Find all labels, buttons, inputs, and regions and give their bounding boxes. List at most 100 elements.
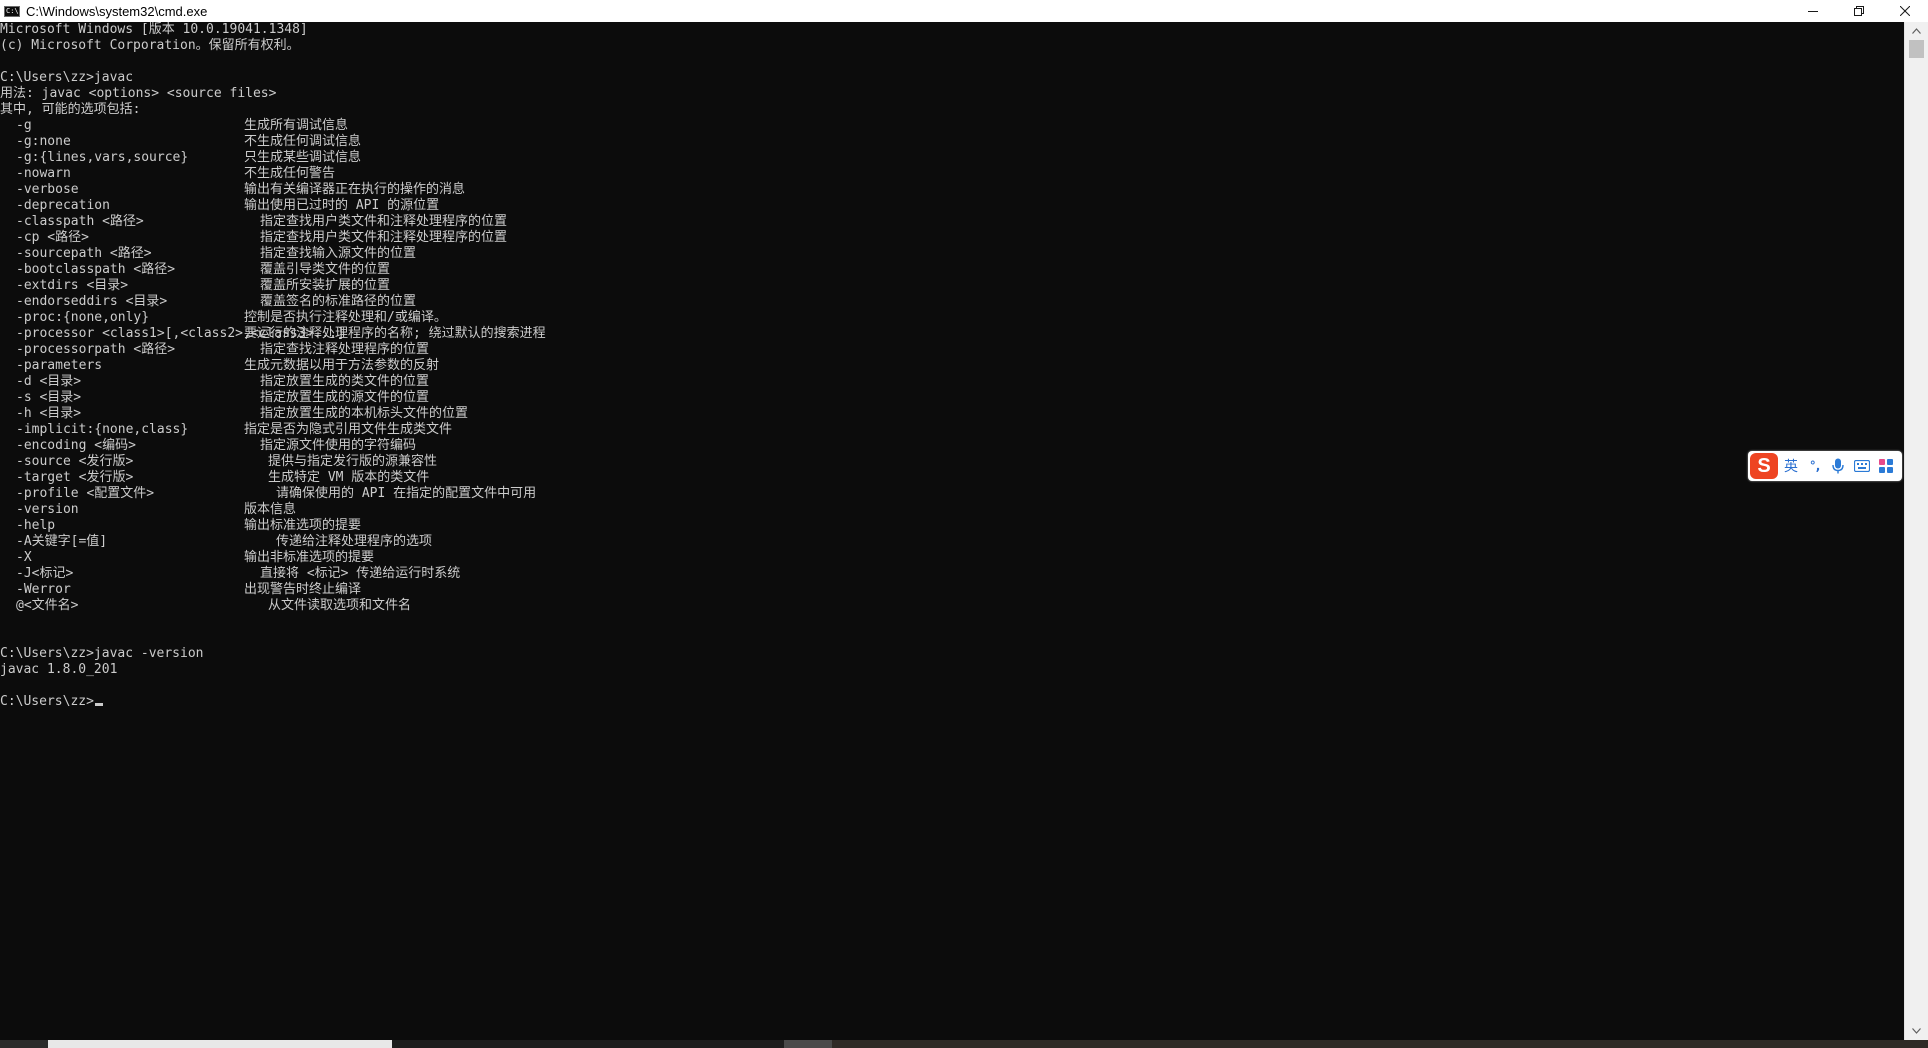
title-bar[interactable]: C:\ C:\Windows\system32\cmd.exe [0,0,1928,22]
option-row: -h <目录> 指定放置生成的本机标头文件的位置 [0,406,1904,422]
ime-toolbox-button[interactable] [1874,451,1898,481]
option-row: @<文件名> 从文件读取选项和文件名 [0,598,1904,614]
option-row: -verbose 输出有关编译器正在执行的操作的消息 [0,182,1904,198]
option-row: -help 输出标准选项的提要 [0,518,1904,534]
option-description: 版本信息 [244,502,297,517]
option-description: 覆盖签名的标准路径的位置 [260,294,417,309]
taskbar-tray-area[interactable] [832,1040,1928,1048]
vertical-scrollbar[interactable] [1904,22,1928,1040]
sogou-logo-icon[interactable]: S [1750,453,1778,479]
option-name: -A关键字[=值] [16,534,108,549]
option-row: -encoding <编码> 指定源文件使用的字符编码 [0,438,1904,454]
scroll-up-button[interactable] [1905,22,1928,40]
option-row: -extdirs <目录> 覆盖所安装扩展的位置 [0,278,1904,294]
scrollbar-thumb[interactable] [1909,40,1924,58]
option-name: -version [16,502,79,517]
option-name: -g:none [16,134,71,149]
option-description: 指定查找输入源文件的位置 [260,246,417,261]
option-row: -X 输出非标准选项的提要 [0,550,1904,566]
option-description: 指定源文件使用的字符编码 [260,438,417,453]
option-row: -bootclasspath <路径> 覆盖引导类文件的位置 [0,262,1904,278]
ime-keyboard-button[interactable] [1850,451,1874,481]
option-description: 要运行的注释处理程序的名称; 绕过默认的搜索进程 [244,326,546,341]
console-line: C:\Users\zz>javac -version [0,646,204,661]
option-name: -g:{lines,vars,source} [16,150,189,165]
restore-button[interactable] [1836,0,1882,22]
taskbar-strip [0,1040,1928,1048]
option-row: -nowarn 不生成任何警告 [0,166,1904,182]
option-row: -J<标记> 直接将 <标记> 传递给运行时系统 [0,566,1904,582]
console-line: javac 1.8.0_201 [0,662,118,677]
option-name: -verbose [16,182,79,197]
console-line: 用法: javac <options> <source files> [0,86,277,101]
option-description: 出现警告时终止编译 [244,582,362,597]
option-row: -source <发行版> 提供与指定发行版的源兼容性 [0,454,1904,470]
option-row: -target <发行版> 生成特定 VM 版本的类文件 [0,470,1904,486]
option-name: -source <发行版> [16,454,134,469]
option-row: -s <目录> 指定放置生成的源文件的位置 [0,390,1904,406]
restore-icon [1854,6,1864,16]
chevron-up-icon [1912,28,1921,34]
option-row: -g:none 不生成任何调试信息 [0,134,1904,150]
option-name: -X [16,550,32,565]
option-name: -sourcepath <路径> [16,246,152,261]
option-description: 从文件读取选项和文件名 [268,598,412,613]
option-name: -processorpath <路径> [16,342,176,357]
option-name: -nowarn [16,166,71,181]
option-name: -proc:{none,only} [16,310,150,325]
taskbar-active-app[interactable] [784,1040,832,1048]
cmd-app-icon: C:\ [4,5,20,17]
option-row: -processorpath <路径> 指定查找注释处理程序的位置 [0,342,1904,358]
option-description: 直接将 <标记> 传递给运行时系统 [260,566,461,581]
option-row: -g 生成所有调试信息 [0,118,1904,134]
option-name: -profile <配置文件> [16,486,155,501]
console-line: Microsoft Windows [版本 10.0.19041.1348] [0,22,308,37]
window-title: C:\Windows\system32\cmd.exe [26,3,208,19]
minimize-icon [1808,11,1818,12]
close-button[interactable] [1882,0,1928,22]
minimize-button[interactable] [1790,0,1836,22]
option-description: 指定查找注释处理程序的位置 [260,342,430,357]
option-row: -Werror 出现警告时终止编译 [0,582,1904,598]
console-line: 其中, 可能的选项包括: [0,102,141,117]
option-description: 传递给注释处理程序的选项 [276,534,433,549]
option-name: -endorseddirs <目录> [16,294,168,309]
console-line: C:\Users\zz>javac [0,70,134,85]
taskbar-apps-area[interactable] [392,1040,784,1048]
option-row: -parameters 生成元数据以用于方法参数的反射 [0,358,1904,374]
option-name: @<文件名> [16,598,79,613]
ime-toolbar[interactable]: S 英 °, [1748,451,1902,481]
ime-voice-button[interactable] [1826,451,1850,481]
option-name: -help [16,518,56,533]
option-description: 指定放置生成的本机标头文件的位置 [260,406,469,421]
option-row: -version 版本信息 [0,502,1904,518]
chevron-down-icon [1912,1028,1921,1034]
option-description: 输出非标准选项的提要 [244,550,375,565]
option-description: 指定放置生成的类文件的位置 [260,374,430,389]
option-row: -processor <class1>[,<class2>,<class3>..… [0,326,1904,342]
ime-mode-toggle[interactable]: 英 [1778,451,1804,481]
option-description: 指定查找用户类文件和注释处理程序的位置 [260,214,508,229]
ime-punctuation-toggle[interactable]: °, [1804,451,1826,481]
option-row: -A关键字[=值] 传递给注释处理程序的选项 [0,534,1904,550]
scroll-down-button[interactable] [1905,1022,1928,1040]
option-name: -g [16,118,32,133]
option-row: -g:{lines,vars,source} 只生成某些调试信息 [0,150,1904,166]
option-description: 只生成某些调试信息 [244,150,362,165]
taskbar-search-box[interactable] [48,1040,392,1048]
text-cursor [94,703,103,706]
console-output[interactable]: Microsoft Windows [版本 10.0.19041.1348] (c… [0,22,1904,1040]
toolbox-icon [1879,459,1893,473]
option-row: -cp <路径> 指定查找用户类文件和注释处理程序的位置 [0,230,1904,246]
window-controls [1790,0,1928,22]
option-description: 请确保使用的 API 在指定的配置文件中可用 [276,486,537,501]
option-name: -target <发行版> [16,470,134,485]
option-name: -h <目录> [16,406,82,421]
microphone-icon [1832,458,1844,474]
close-icon [1900,6,1910,16]
cmd-window: C:\ C:\Windows\system32\cmd.exe Microsof… [0,0,1928,1048]
option-row: -sourcepath <路径> 指定查找输入源文件的位置 [0,246,1904,262]
